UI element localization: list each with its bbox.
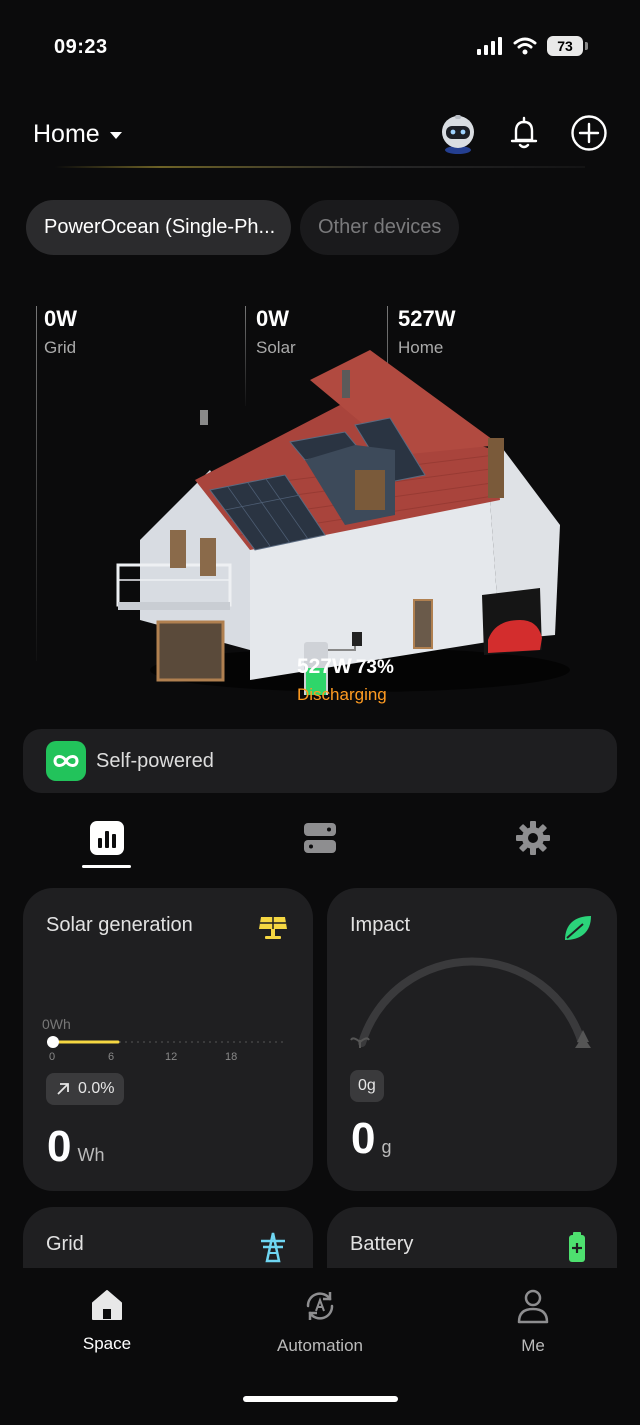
- solar-tick: 18: [225, 1051, 238, 1063]
- device-chip-powerocean[interactable]: PowerOcean (Single-Ph...: [26, 200, 291, 255]
- automation-icon: [306, 1292, 334, 1320]
- solar-panel-icon: [259, 917, 287, 939]
- solar-generation-card[interactable]: Solar generation 0Wh 0 6 12 18 0.0% 0 Wh: [23, 888, 313, 1191]
- caret-down-icon: [109, 132, 122, 139]
- grid-value: 0W: [44, 306, 77, 331]
- battery-card-title: Battery: [350, 1233, 414, 1255]
- gear-icon: [516, 821, 550, 855]
- tab-settings[interactable]: [509, 814, 557, 862]
- impact-unit: g: [381, 1137, 392, 1157]
- arrow-up-right-icon: [57, 1083, 69, 1095]
- battery-power: 527W: [297, 655, 352, 678]
- impact-total: 0g: [351, 1114, 392, 1164]
- solar-value: 0: [47, 1122, 72, 1171]
- battery-readout: 527W 73% Discharging: [297, 655, 394, 705]
- header: Home: [0, 108, 640, 164]
- solar-tick: 12: [165, 1051, 178, 1063]
- device-stack-icon: [304, 823, 336, 853]
- solar-unit: Wh: [77, 1145, 105, 1165]
- tab-devices[interactable]: [296, 814, 344, 862]
- energy-overview: 0W Grid 0W Solar 527W Home 527W 73% Disc…: [0, 300, 640, 720]
- house-illustration: [116, 350, 570, 695]
- grid-flow-line: [36, 306, 37, 661]
- nav-space-label: Space: [82, 1334, 132, 1353]
- home-value: 527W: [398, 306, 456, 331]
- device-chip-other[interactable]: Other devices: [300, 200, 460, 255]
- solar-change-badge: 0.0%: [46, 1073, 125, 1105]
- status-time: 09:23: [54, 36, 108, 58]
- tab-statistics[interactable]: [83, 814, 131, 862]
- battery-level: 73: [547, 36, 583, 56]
- bar-chart-icon: [90, 821, 124, 855]
- impact-value: 0: [351, 1114, 376, 1163]
- nav-automation[interactable]: Automation: [250, 1288, 390, 1356]
- self-powered-label: Self-powered: [96, 749, 214, 772]
- signal-icon: [477, 37, 502, 55]
- solar-tick: 0: [49, 1051, 56, 1063]
- battery-state: Discharging: [297, 685, 387, 704]
- nav-me[interactable]: Me: [463, 1288, 603, 1356]
- battery-charging-icon: [569, 1232, 585, 1262]
- home-title: Home: [33, 120, 100, 148]
- add-circle-icon[interactable]: [570, 114, 608, 152]
- home-indicator: [243, 1396, 398, 1402]
- assistant-robot-icon[interactable]: [438, 112, 478, 154]
- user-icon: [517, 1289, 549, 1324]
- nav-me-label: Me: [521, 1336, 545, 1355]
- nav-space[interactable]: Space: [37, 1288, 177, 1354]
- self-powered-mode[interactable]: Self-powered: [23, 729, 617, 793]
- battery-status-icon: 73: [547, 36, 588, 56]
- leaf-icon: [565, 916, 591, 940]
- solar-card-title: Solar generation: [46, 914, 193, 936]
- view-tabs: [0, 810, 640, 870]
- grid-label: Grid: [44, 338, 77, 357]
- solar-tick: 6: [108, 1051, 115, 1063]
- impact-card-title: Impact: [350, 914, 411, 936]
- battery-percent: 73%: [355, 657, 394, 678]
- impact-card[interactable]: Impact 0g 0g: [327, 888, 617, 1191]
- solar-total: 0 Wh: [47, 1122, 104, 1172]
- solar-change-value: 0.0%: [78, 1080, 115, 1097]
- impact-badge: 0g: [350, 1070, 384, 1102]
- solar-axis-label: 0Wh: [42, 1016, 71, 1032]
- transmission-tower-icon: [261, 1232, 285, 1263]
- bell-icon[interactable]: [508, 116, 540, 150]
- device-chips: PowerOcean (Single-Ph... Other devices: [26, 200, 460, 255]
- nav-automation-label: Automation: [277, 1336, 363, 1355]
- impact-gauge: [350, 957, 591, 1048]
- status-bar: 09:23 73: [0, 0, 640, 96]
- solar-value: 0W: [256, 306, 289, 331]
- wifi-icon: [513, 37, 537, 55]
- active-tab-indicator: [82, 865, 131, 868]
- header-divider: [55, 166, 585, 168]
- infinity-icon: [46, 741, 86, 781]
- status-icons: 73: [477, 36, 588, 56]
- grid-readout: 0W Grid: [36, 306, 77, 358]
- grid-card-title: Grid: [46, 1233, 84, 1255]
- home-selector[interactable]: Home: [33, 120, 122, 149]
- home-icon: [92, 1290, 122, 1320]
